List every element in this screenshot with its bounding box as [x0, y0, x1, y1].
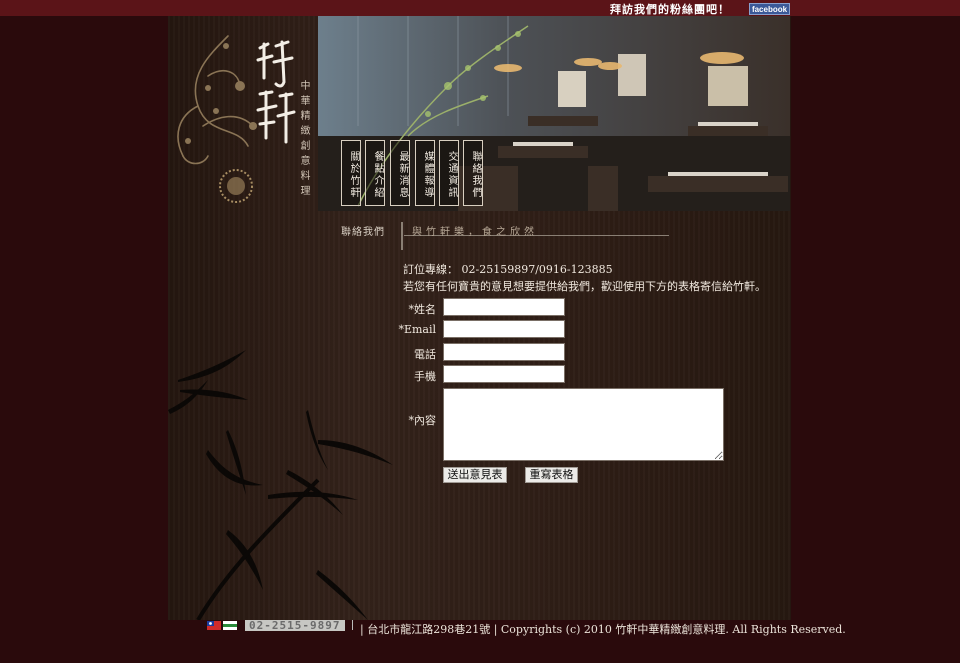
mobile-field[interactable] [443, 365, 565, 383]
restaurant-photo [318, 16, 790, 211]
footer-text: | 台北市龍江路298巷21號 | Copyrights (c) 2010 竹軒… [360, 623, 846, 636]
email-label: *Email [398, 323, 436, 336]
submit-button[interactable]: 送出意見表 [443, 467, 507, 483]
breadcrumb-divider [401, 222, 403, 250]
breadcrumb-slogan: 與竹軒樂，食之欣然 [412, 227, 538, 238]
nav-traffic[interactable]: 交通資訊 [439, 140, 459, 206]
fans-page-link[interactable]: 拜訪我們的粉絲團吧！ [610, 1, 730, 17]
flag-icons [207, 621, 237, 630]
name-label: *姓名 [408, 303, 437, 316]
contact-intro: 若您有任何寶貴的意見想要提供給我們，歡迎使用下方的表格寄信給竹軒。 [403, 280, 766, 293]
nav-about[interactable]: 關於竹軒 [341, 140, 361, 206]
reservation-phone: 訂位專線： 02-25159897/0916-123885 [403, 263, 613, 276]
nav-menu[interactable]: 餐點介紹 [365, 140, 385, 206]
mobile-label: 手機 [414, 370, 436, 383]
nav-media[interactable]: 媒體報導 [415, 140, 435, 206]
reset-button[interactable]: 重寫表格 [525, 467, 578, 483]
content-textarea[interactable] [443, 388, 724, 461]
facebook-icon[interactable]: facebook [749, 3, 790, 15]
bamboo-decoration [168, 350, 393, 620]
content-label: *內容 [408, 414, 437, 427]
name-field[interactable] [443, 298, 565, 316]
breadcrumb: 聯絡我們 [341, 227, 385, 238]
top-bar [0, 0, 960, 16]
tel-field[interactable] [443, 343, 565, 361]
brand-tagline: 中華精緻創意料理 [298, 80, 309, 200]
footer-separator [352, 620, 353, 630]
email-field[interactable] [443, 320, 565, 338]
phone-badge: 02-2515-9897 [245, 620, 345, 631]
tel-label: 電話 [414, 348, 436, 361]
nav-news[interactable]: 最新消息 [390, 140, 410, 206]
nav-contact[interactable]: 聯絡我們 [463, 140, 483, 206]
calligraphy-logo [256, 40, 296, 144]
